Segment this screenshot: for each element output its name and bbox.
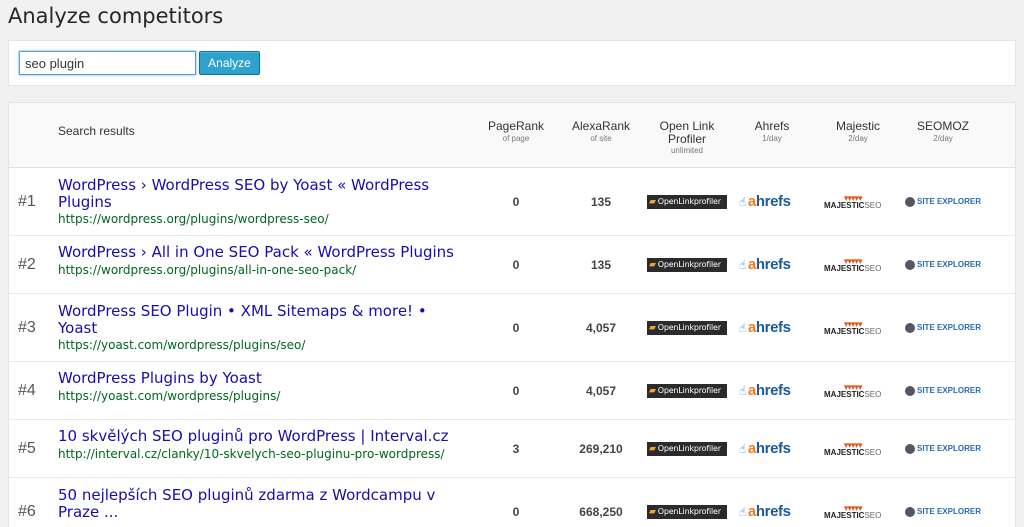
majestic-button[interactable]: ▾▾▾▾▾ MAJESTICSEO: [824, 193, 881, 210]
result-title-link[interactable]: WordPress Plugins by Yoast: [58, 370, 478, 387]
seomoz-globe-icon: [905, 506, 915, 517]
ahrefs-button[interactable]: ☝ a hrefs: [739, 503, 791, 520]
results-table: Search results PageRank of page AlexaRan…: [8, 102, 1016, 527]
table-row: #1 WordPress › WordPress SEO by Yoast « …: [9, 168, 1015, 236]
pagerank-value: 0: [512, 504, 520, 519]
seomoz-globe-icon: [905, 259, 915, 270]
result-title-link[interactable]: 50 nejlepších SEO pluginů zdarma z Wordc…: [58, 487, 478, 521]
ahrefs-button[interactable]: ☝ a hrefs: [739, 382, 791, 399]
openlink-logo-icon: ▰: [649, 385, 656, 396]
seomoz-button[interactable]: SITE EXPLORER: [905, 322, 981, 333]
header-search-results: Search results: [58, 124, 135, 138]
table-row: #4 WordPress Plugins by Yoast https://yo…: [9, 362, 1015, 420]
header-open-link-profiler: Open Link Profiler unlimited: [659, 119, 715, 156]
result-rank: #6: [18, 502, 36, 520]
ahrefs-button[interactable]: ☝ a hrefs: [739, 319, 791, 336]
header-seomoz: SEOMOZ 2/day: [916, 119, 969, 143]
result-title-link[interactable]: 10 skvělých SEO pluginů pro WordPress | …: [58, 428, 478, 445]
seomoz-button[interactable]: SITE EXPLORER: [905, 506, 981, 517]
result-rank: #5: [18, 439, 36, 457]
table-header: Search results PageRank of page AlexaRan…: [9, 103, 1015, 168]
seomoz-globe-icon: [905, 385, 915, 396]
openlink-logo-icon: ▰: [649, 196, 656, 207]
seomoz-button[interactable]: SITE EXPLORER: [905, 385, 981, 396]
pointer-hand-icon: ☝: [739, 383, 746, 398]
alexarank-value: 668,250: [579, 504, 623, 519]
alexarank-value: 135: [590, 194, 612, 209]
ahrefs-button[interactable]: ☝ a hrefs: [739, 440, 791, 457]
result-rank: #2: [18, 255, 36, 273]
result-url: https://yoast.com/wordpress/plugins/: [58, 389, 281, 403]
ahrefs-button[interactable]: ☝ a hrefs: [739, 256, 791, 273]
header-pagerank: PageRank of page: [487, 119, 545, 143]
pointer-hand-icon: ☝: [739, 441, 746, 456]
header-ahrefs: Ahrefs 1/day: [754, 119, 790, 143]
pointer-hand-icon: ☝: [739, 504, 746, 519]
majestic-button[interactable]: ▾▾▾▾▾ MAJESTICSEO: [824, 503, 881, 520]
seomoz-button[interactable]: SITE EXPLORER: [905, 259, 981, 270]
result-rank: #1: [18, 192, 36, 210]
result-rank: #3: [18, 318, 36, 336]
table-row: #3 WordPress SEO Plugin • XML Sitemaps &…: [9, 294, 1015, 362]
result-url: https://yoast.com/wordpress/plugins/seo/: [58, 338, 306, 352]
seomoz-button[interactable]: SITE EXPLORER: [905, 196, 981, 207]
pagerank-value: 0: [512, 257, 520, 272]
open-link-profiler-button[interactable]: ▰ OpenLinkprofiler: [647, 194, 727, 209]
majestic-button[interactable]: ▾▾▾▾▾ MAJESTICSEO: [824, 256, 881, 273]
pointer-hand-icon: ☝: [739, 257, 746, 272]
table-row: #5 10 skvělých SEO pluginů pro WordPress…: [9, 420, 1015, 478]
alexarank-value: 269,210: [579, 441, 623, 456]
pointer-hand-icon: ☝: [739, 194, 746, 209]
openlink-logo-icon: ▰: [649, 322, 656, 333]
result-title-link[interactable]: WordPress › All in One SEO Pack « WordPr…: [58, 244, 478, 261]
result-title-link[interactable]: WordPress SEO Plugin • XML Sitemaps & mo…: [58, 303, 478, 337]
header-alexarank: AlexaRank of site: [571, 119, 631, 143]
open-link-profiler-button[interactable]: ▰ OpenLinkprofiler: [647, 504, 727, 519]
majestic-button[interactable]: ▾▾▾▾▾ MAJESTICSEO: [824, 440, 881, 457]
open-link-profiler-button[interactable]: ▰ OpenLinkprofiler: [647, 320, 727, 335]
pagerank-value: 0: [512, 320, 520, 335]
table-row: #6 50 nejlepších SEO pluginů zdarma z Wo…: [9, 478, 1015, 527]
page-title: Analyze competitors: [8, 4, 224, 28]
header-majestic: Majestic 2/day: [835, 119, 880, 143]
seomoz-globe-icon: [905, 196, 915, 207]
openlink-logo-icon: ▰: [649, 443, 656, 454]
analyze-button[interactable]: Analyze: [199, 51, 260, 75]
open-link-profiler-button[interactable]: ▰ OpenLinkprofiler: [647, 257, 727, 272]
result-url: https://wordpress.org/plugins/all-in-one…: [58, 263, 357, 277]
majestic-button[interactable]: ▾▾▾▾▾ MAJESTICSEO: [824, 382, 881, 399]
open-link-profiler-button[interactable]: ▰ OpenLinkprofiler: [647, 383, 727, 398]
majestic-button[interactable]: ▾▾▾▾▾ MAJESTICSEO: [824, 319, 881, 336]
result-url: http://interval.cz/clanky/10-skvelych-se…: [58, 447, 445, 461]
alexarank-value: 135: [590, 257, 612, 272]
alexarank-value: 4,057: [585, 320, 617, 335]
openlink-logo-icon: ▰: [649, 259, 656, 270]
openlink-logo-icon: ▰: [649, 506, 656, 517]
search-panel: Analyze: [8, 40, 1016, 86]
pagerank-value: 0: [512, 194, 520, 209]
seomoz-button[interactable]: SITE EXPLORER: [905, 443, 981, 454]
result-url: https://wordpress.org/plugins/wordpress-…: [58, 212, 329, 226]
pagerank-value: 3: [512, 441, 520, 456]
seomoz-globe-icon: [905, 322, 915, 333]
alexarank-value: 4,057: [585, 383, 617, 398]
table-row: #2 WordPress › All in One SEO Pack « Wor…: [9, 236, 1015, 294]
ahrefs-button[interactable]: ☝ a hrefs: [739, 193, 791, 210]
result-title-link[interactable]: WordPress › WordPress SEO by Yoast « Wor…: [58, 177, 478, 211]
pointer-hand-icon: ☝: [739, 320, 746, 335]
seomoz-globe-icon: [905, 443, 915, 454]
open-link-profiler-button[interactable]: ▰ OpenLinkprofiler: [647, 441, 727, 456]
pagerank-value: 0: [512, 383, 520, 398]
search-input[interactable]: [19, 51, 196, 75]
result-rank: #4: [18, 381, 36, 399]
